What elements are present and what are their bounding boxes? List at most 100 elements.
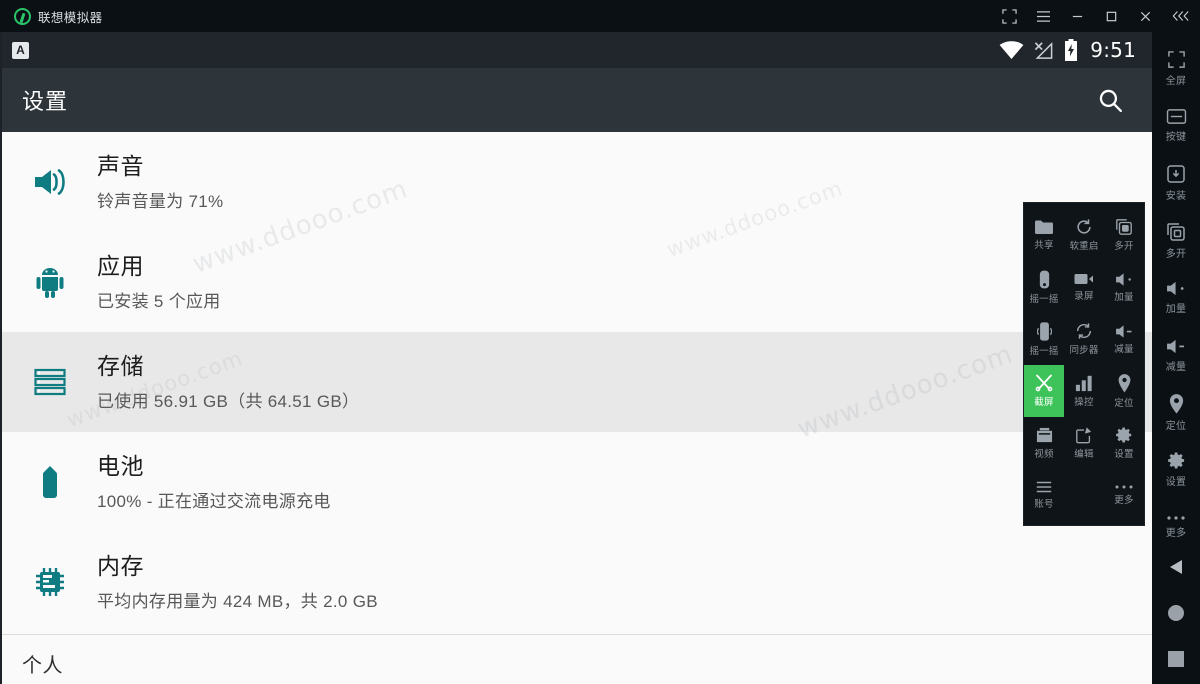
page-title: 设置 [22,89,69,114]
tool-screenshot[interactable]: 截屏 [1024,365,1064,417]
settings-row-text: 应用 已安装 5 个应用 [80,252,221,312]
restart-icon [1075,218,1093,236]
more-dots-icon [1114,484,1134,490]
tool-share[interactable]: 共享 [1024,209,1064,261]
sidebar-label: 安装 [1165,191,1187,203]
tool-label: 同步器 [1069,345,1099,356]
window-title: 联想模拟器 [38,9,103,25]
sidebar-label: 减量 [1165,361,1187,373]
tool-video[interactable]: 视频 [1024,417,1064,469]
resize-icon[interactable] [992,0,1026,32]
tool-multi-open[interactable]: 多开 [1104,209,1144,261]
tool-sync[interactable]: 同步器 [1064,313,1104,365]
sidebar-label: 设置 [1165,477,1187,489]
edit-icon [1075,426,1093,444]
gear-icon [1115,426,1133,444]
storage-icon [20,368,80,396]
list-icon [1035,480,1053,494]
tool-settings[interactable]: 设置 [1104,417,1144,469]
window-controls [992,0,1200,32]
settings-row-battery[interactable]: 电池 100% - 正在通过交流电源充电 [2,432,1152,532]
close-icon[interactable] [1128,0,1162,32]
sidebar-item-more[interactable]: 更多 [1152,499,1200,556]
tool-label: 录屏 [1074,291,1094,302]
menu-icon[interactable] [1026,0,1060,32]
settings-list: 声音 铃声音量为 71% 应用 已安装 5 个应用 存储 已使用 56.91 G… [2,132,1152,678]
no-signal-icon [1033,41,1055,60]
app-logo-icon [14,7,31,25]
tool-label: 更多 [1114,495,1134,506]
android-nav-buttons [1161,556,1191,684]
sidebar-item-settings[interactable]: 设置 [1152,441,1200,498]
sidebar-item-location[interactable]: 定位 [1152,384,1200,441]
tool-volume-down[interactable]: 减量 [1104,313,1144,365]
settings-row-text: 声音 铃声音量为 71% [80,152,223,212]
row-title: 声音 [97,153,144,180]
back-icon[interactable] [1161,556,1191,578]
multi-instance-icon [1166,222,1186,242]
tool-label: 共享 [1034,240,1054,251]
sidebar-item-multi[interactable]: 多开 [1152,212,1200,269]
volume-down-icon [1115,324,1134,339]
sidebar-item-install[interactable]: 安装 [1152,155,1200,212]
battery-charging-icon [1064,39,1078,61]
tool-label: 减量 [1114,343,1134,355]
tool-volume-up[interactable]: 加量 [1104,261,1144,313]
tool-shake-phone[interactable]: 摇一摇 [1024,313,1064,365]
volume-up-icon [1166,280,1187,297]
sidebar-item-fullscreen[interactable]: 全屏 [1152,40,1200,97]
tool-more[interactable]: 更多 [1104,469,1144,521]
app-brand: 联想模拟器 [0,7,103,26]
tool-shake[interactable]: 摇一摇 [1024,261,1064,313]
section-label: 个人 [22,655,63,677]
settings-row-text: 电池 100% - 正在通过交流电源充电 [80,452,331,512]
battery-icon [20,465,80,499]
tool-label: 软重启 [1069,241,1099,252]
shake-phone-icon [1036,321,1052,341]
tool-location[interactable]: 定位 [1104,365,1144,417]
minimize-icon[interactable] [1060,0,1094,32]
record-screen-icon [1074,272,1094,286]
row-title: 内存 [97,553,144,580]
location-pin-icon [1117,373,1132,393]
sidebar-label: 全屏 [1165,76,1187,88]
search-icon[interactable] [1090,80,1130,120]
volume-icon [20,167,80,197]
tool-account[interactable]: 账号 [1024,469,1064,521]
sidebar-item-volume-down[interactable]: 减量 [1152,327,1200,384]
more-icon [1166,515,1186,521]
tool-edit[interactable]: 编辑 [1064,417,1104,469]
tool-record-screen[interactable]: 录屏 [1064,261,1104,313]
maximize-icon[interactable] [1094,0,1128,32]
recents-icon[interactable] [1161,648,1191,670]
emulator-sidebar: 全屏 按键 安装 多开 加量 减量 定位 设置 更多 [1152,32,1200,684]
settings-row-apps[interactable]: 应用 已安装 5 个应用 [2,232,1152,332]
sidebar-item-keyboard[interactable]: 按键 [1152,97,1200,154]
settings-row-storage[interactable]: 存储 已使用 56.91 GB（共 64.51 GB） [2,332,1152,432]
settings-row-memory[interactable]: 内存 平均内存用量为 424 MB，共 2.0 GB [2,532,1152,632]
floating-tool-panel: 共享 软重启 多开 摇一摇 录屏 加量 摇一摇 同步器 减量 截屏 操控 定位 … [1023,202,1145,526]
sidebar-label: 加量 [1165,304,1187,316]
tool-restart[interactable]: 软重启 [1064,209,1104,261]
tool-performance[interactable]: 操控 [1064,365,1104,417]
performance-icon [1075,374,1093,392]
tool-label: 视频 [1034,448,1054,460]
emulator-window: 联想模拟器 A 9:51 设置 声音 铃声音量为 71% 应用 已安装 5 个应… [0,0,1200,684]
statusbar-right: 9:51 [999,38,1136,62]
tool-label: 截屏 [1034,397,1054,408]
android-screen: A 9:51 设置 声音 铃声音量为 71% 应用 已安装 5 个应用 存储 已… [0,32,1152,684]
settings-row-sound[interactable]: 声音 铃声音量为 71% [2,132,1152,232]
memory-icon [20,567,80,597]
collapse-icon[interactable] [1162,0,1200,32]
screenshot-icon [1034,374,1054,392]
multi-open-icon [1115,218,1133,236]
share-icon [1034,219,1054,235]
wifi-icon [999,40,1024,60]
row-title: 应用 [97,253,144,280]
volume-up-icon [1115,272,1134,287]
row-subtitle: 已使用 56.91 GB（共 64.51 GB） [97,391,360,411]
home-icon[interactable] [1161,602,1191,624]
sidebar-item-volume-up[interactable]: 加量 [1152,269,1200,326]
tool-label: 摇一摇 [1029,293,1059,305]
tool-label: 加量 [1114,291,1134,303]
